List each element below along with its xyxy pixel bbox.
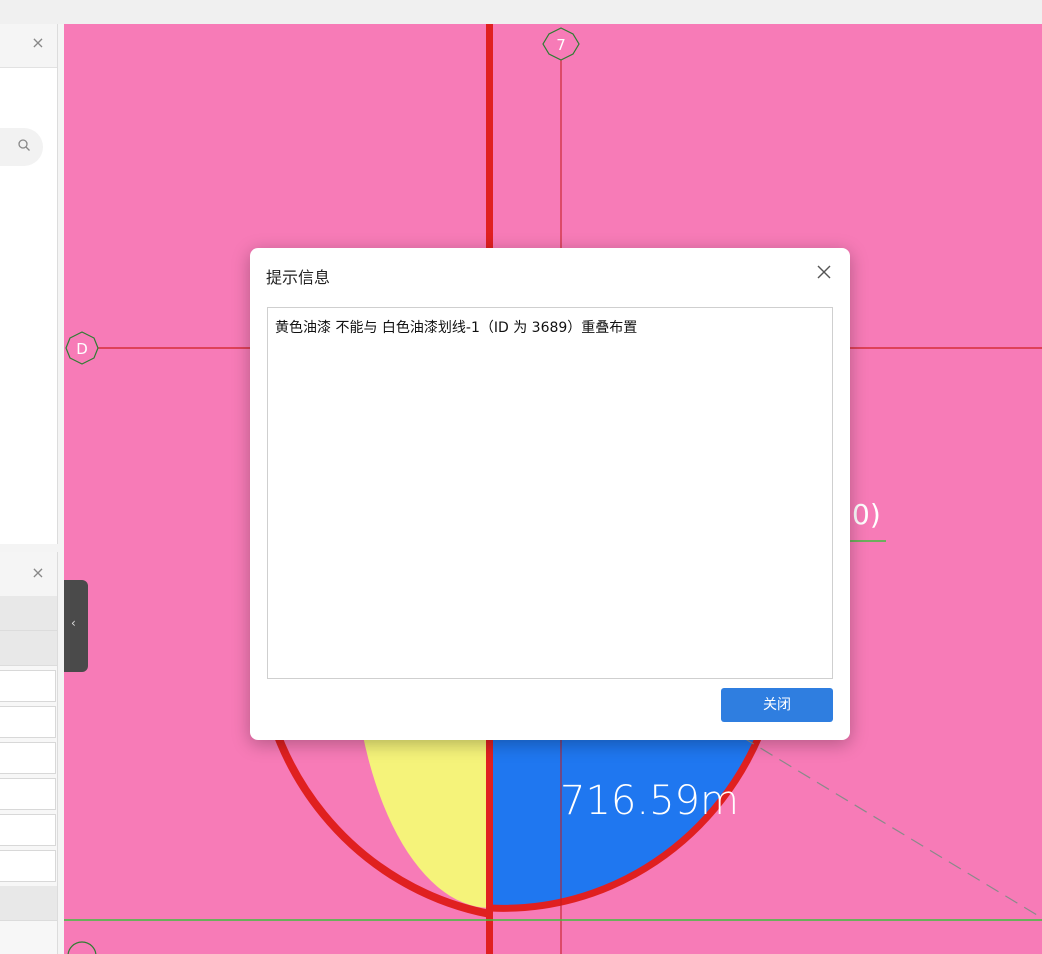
panel-close-icon[interactable]: × bbox=[29, 564, 47, 582]
panel-collapse-button[interactable]: ‹ bbox=[64, 580, 88, 672]
search-input[interactable] bbox=[0, 128, 43, 166]
message-dialog: 提示信息 黄色油漆 不能与 白色油漆划线-1（ID 为 3689）重叠布置 关闭 bbox=[250, 248, 850, 740]
close-button[interactable]: 关闭 bbox=[721, 688, 833, 722]
message-text: 黄色油漆 不能与 白色油漆划线-1（ID 为 3689）重叠布置 bbox=[275, 320, 638, 336]
close-icon[interactable] bbox=[814, 262, 834, 282]
property-field[interactable] bbox=[0, 670, 56, 702]
partial-label-text: 0) bbox=[852, 498, 881, 531]
top-toolbar bbox=[0, 0, 1042, 24]
property-field[interactable] bbox=[0, 742, 56, 774]
property-field[interactable] bbox=[0, 706, 56, 738]
property-field[interactable] bbox=[0, 814, 56, 846]
left-panel-top: × bbox=[0, 24, 58, 544]
svg-text:D: D bbox=[76, 340, 88, 358]
property-field[interactable] bbox=[0, 778, 56, 810]
property-row-header bbox=[0, 631, 57, 666]
search-icon bbox=[18, 139, 30, 151]
message-textbox[interactable]: 黄色油漆 不能与 白色油漆划线-1（ID 为 3689）重叠布置 bbox=[267, 307, 833, 679]
left-panel-bottom: × bbox=[0, 552, 58, 954]
panel-close-icon[interactable]: × bbox=[29, 34, 47, 52]
left-panel-bottom-header: × bbox=[0, 552, 57, 596]
property-row-header bbox=[0, 886, 57, 921]
property-row-header bbox=[0, 596, 57, 631]
area-measure-text: 716.59m bbox=[560, 778, 739, 824]
dialog-title: 提示信息 bbox=[266, 268, 331, 287]
svg-text:7: 7 bbox=[556, 36, 566, 54]
chevron-left-icon: ‹ bbox=[71, 616, 76, 630]
property-field[interactable] bbox=[0, 850, 56, 882]
left-panel-top-header: × bbox=[0, 24, 57, 68]
